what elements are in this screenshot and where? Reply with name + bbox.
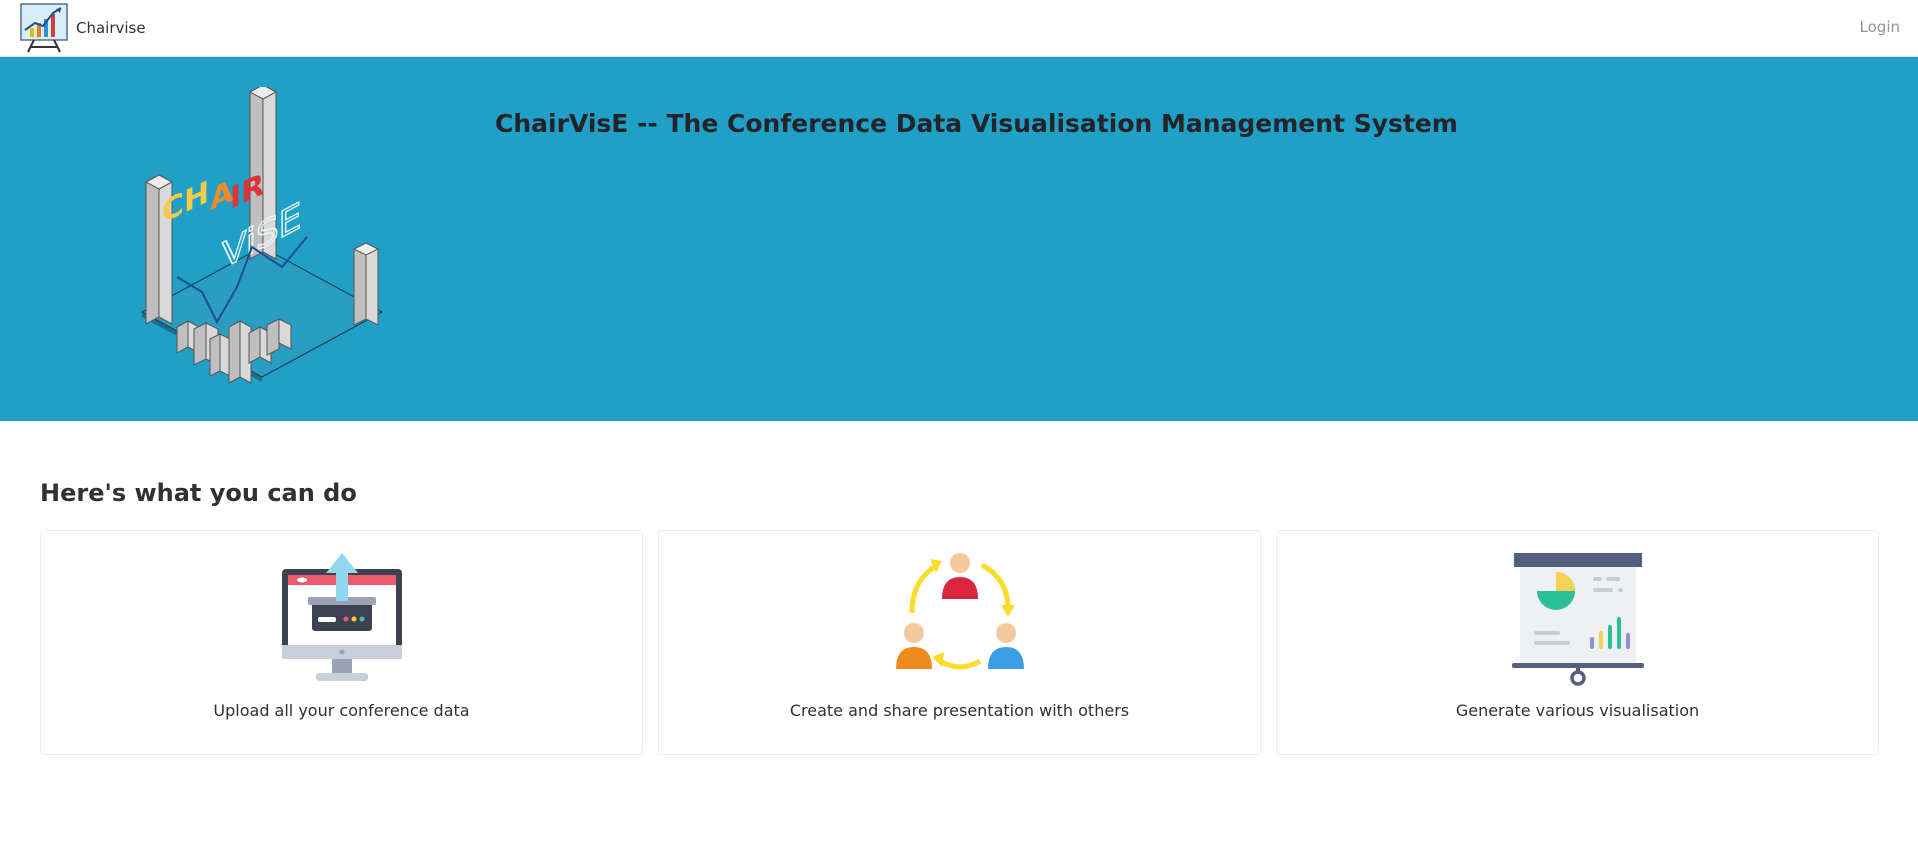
top-navbar: Chairvise Login bbox=[0, 0, 1918, 57]
logo-buildings bbox=[176, 318, 292, 384]
presentation-chart-icon bbox=[20, 3, 68, 53]
upload-monitor-icon bbox=[281, 553, 402, 681]
feature-card-text: Generate various visualisation bbox=[1455, 701, 1700, 720]
hero-banner: CH A IR ViSE ChairVisE -- The Conference… bbox=[0, 57, 1918, 421]
logo-column-right bbox=[352, 242, 380, 326]
brand-home-link[interactable]: Chairvise bbox=[20, 3, 146, 53]
brand-name: Chairvise bbox=[76, 19, 146, 37]
feature-card-text: Upload all your conference data bbox=[213, 701, 470, 720]
feature-card-upload: Upload all your conference data bbox=[40, 530, 643, 755]
hero-title: ChairVisE -- The Conference Data Visuali… bbox=[495, 109, 1458, 138]
feature-card-share: Create and share presentation with other… bbox=[658, 530, 1261, 755]
feature-card-text: Create and share presentation with other… bbox=[789, 701, 1130, 720]
chairvise-isometric-logo: CH A IR ViSE bbox=[140, 87, 384, 384]
login-link[interactable]: Login bbox=[1860, 18, 1900, 36]
feature-card-visualise: Generate various visualisation bbox=[1276, 530, 1879, 755]
visualisation-board-icon bbox=[1511, 553, 1644, 686]
share-people-cycle-icon bbox=[895, 553, 1024, 670]
features-heading: Here's what you can do bbox=[40, 479, 357, 507]
